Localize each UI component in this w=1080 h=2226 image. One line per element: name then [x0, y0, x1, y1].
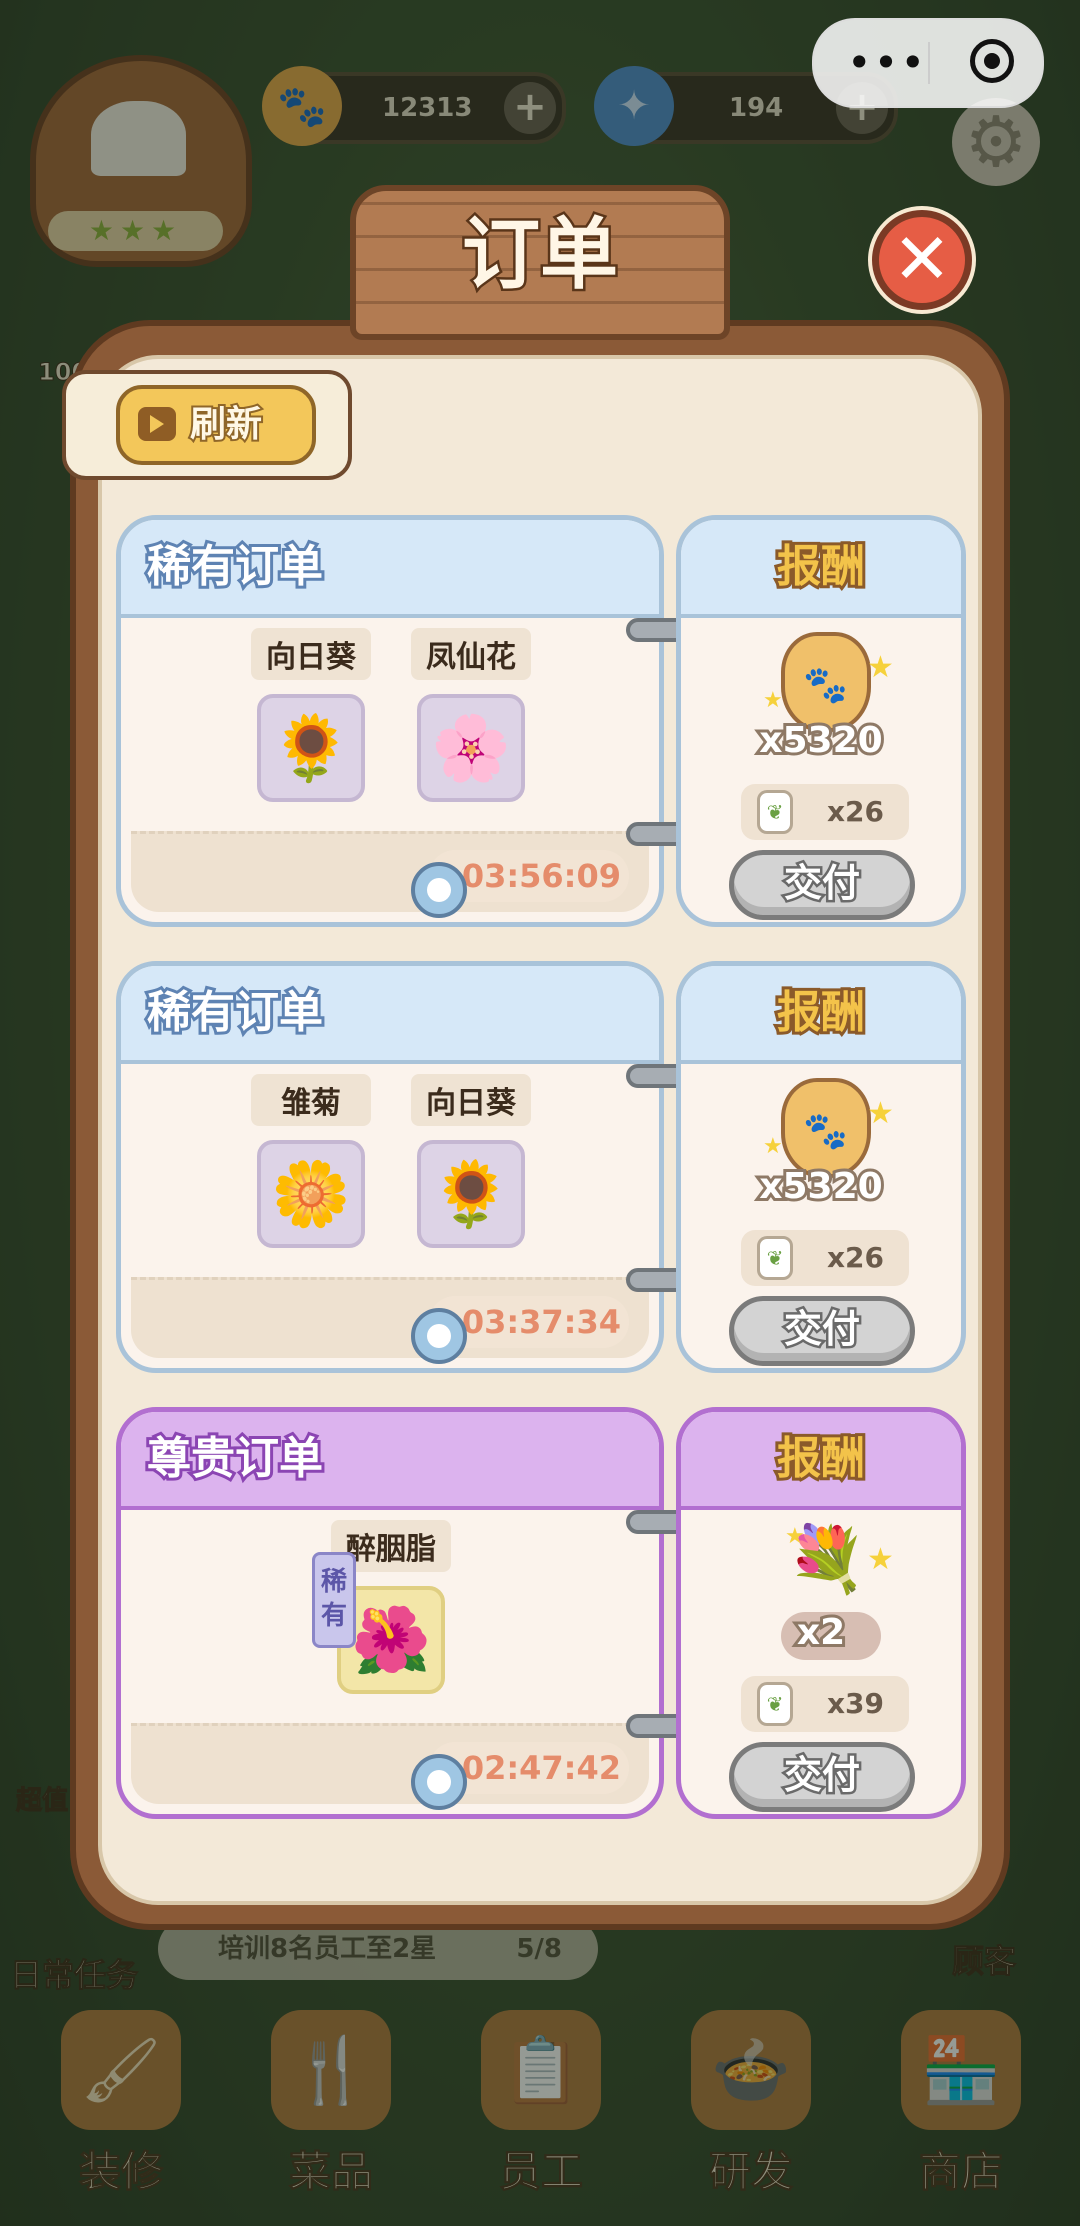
capsule-divider — [928, 42, 930, 84]
timer-text: 03:56:09 — [461, 857, 621, 895]
seed-jar-icon: ❦ — [757, 1682, 793, 1726]
order-card-2: 稀有订单 雏菊 🌼 38/9 向日葵 🌻 3/9 03:37:34 — [116, 961, 664, 1373]
star-icon: ★ — [785, 1524, 805, 1549]
paw-coin-bag-icon — [781, 632, 871, 732]
star-icon: ★ — [867, 1542, 894, 1577]
order-type: 稀有订单 — [144, 538, 326, 595]
rare-tag: 稀有 — [312, 1552, 356, 1648]
seed-jar-icon: ❦ — [757, 1236, 793, 1280]
video-ad-icon — [138, 407, 176, 441]
order-card-1: 稀有订单 向日葵 🌻 3/9 凤仙花 🌸 19/9 03:56:09 — [116, 515, 664, 927]
order-item[interactable]: 凤仙花 🌸 19/9 — [411, 628, 531, 864]
modal-title: 订单 — [459, 208, 620, 303]
reward-title: 报酬 — [774, 538, 868, 595]
close-miniprogram-icon[interactable] — [970, 39, 1014, 83]
close-button[interactable]: ✕ — [872, 210, 972, 310]
order-card-3: 尊贵订单 醉胭脂 🌺 0/7 02:47:42 — [116, 1407, 664, 1819]
reward-card-2: 报酬 ★ ★ x5320 ❦ x26 交付 — [676, 961, 966, 1373]
clock-icon — [411, 862, 467, 918]
daisy-icon: 🌼 — [257, 1140, 365, 1248]
timer-text: 02:47:42 — [461, 1749, 621, 1787]
jar-amount: x39 — [827, 1687, 885, 1720]
item-name: 向日葵 — [251, 628, 371, 680]
reward-amount: x2 — [794, 1609, 848, 1656]
reward-card-1: 报酬 ★ ★ x5320 ❦ x26 交付 — [676, 515, 966, 927]
reward-card-3: 报酬 💐 ★ ★ x2 ❦ x39 交付 — [676, 1407, 966, 1819]
more-menu-button[interactable]: ••• — [842, 20, 932, 106]
item-name: 向日葵 — [411, 1074, 531, 1126]
reward-title: 报酬 — [774, 984, 868, 1041]
star-icon: ★ — [763, 1134, 783, 1159]
deliver-button[interactable]: 交付 — [729, 1742, 915, 1812]
item-name: 雏菊 — [251, 1074, 371, 1126]
sunflower-icon: 🌻 — [417, 1140, 525, 1248]
reward-title: 报酬 — [774, 1430, 868, 1487]
seed-jar-icon: ❦ — [757, 790, 793, 834]
paw-coin-bag-icon — [781, 1078, 871, 1178]
clock-icon — [411, 1754, 467, 1810]
order-type: 稀有订单 — [144, 984, 326, 1041]
star-icon: ★ — [867, 1096, 894, 1131]
balsam-flower-icon: 🌸 — [417, 694, 525, 802]
deliver-button[interactable]: 交付 — [729, 850, 915, 920]
star-icon: ★ — [763, 688, 783, 713]
deliver-button[interactable]: 交付 — [729, 1296, 915, 1366]
order-item[interactable]: 雏菊 🌼 38/9 — [251, 1074, 371, 1310]
order-item[interactable]: 向日葵 🌻 3/9 — [251, 628, 371, 864]
jar-amount: x26 — [827, 795, 885, 828]
reward-jar: ❦ x26 — [741, 1230, 909, 1286]
star-icon: ★ — [867, 650, 894, 685]
timer-text: 03:37:34 — [461, 1303, 621, 1341]
order-type: 尊贵订单 — [144, 1430, 326, 1487]
reward-amount: x5320 — [756, 717, 885, 764]
refresh-button[interactable]: 刷新 — [116, 385, 316, 465]
reward-jar: ❦ x26 — [741, 784, 909, 840]
item-name: 凤仙花 — [411, 628, 531, 680]
reward-amount: x5320 — [756, 1163, 885, 1210]
order-item[interactable]: 向日葵 🌻 3/9 — [411, 1074, 531, 1310]
sunflower-icon: 🌻 — [257, 694, 365, 802]
reward-jar: ❦ x39 — [741, 1676, 909, 1732]
jar-amount: x26 — [827, 1241, 885, 1274]
miniprogram-capsule: ••• — [812, 18, 1044, 108]
refresh-label: 刷新 — [188, 402, 264, 447]
clock-icon — [411, 1308, 467, 1364]
